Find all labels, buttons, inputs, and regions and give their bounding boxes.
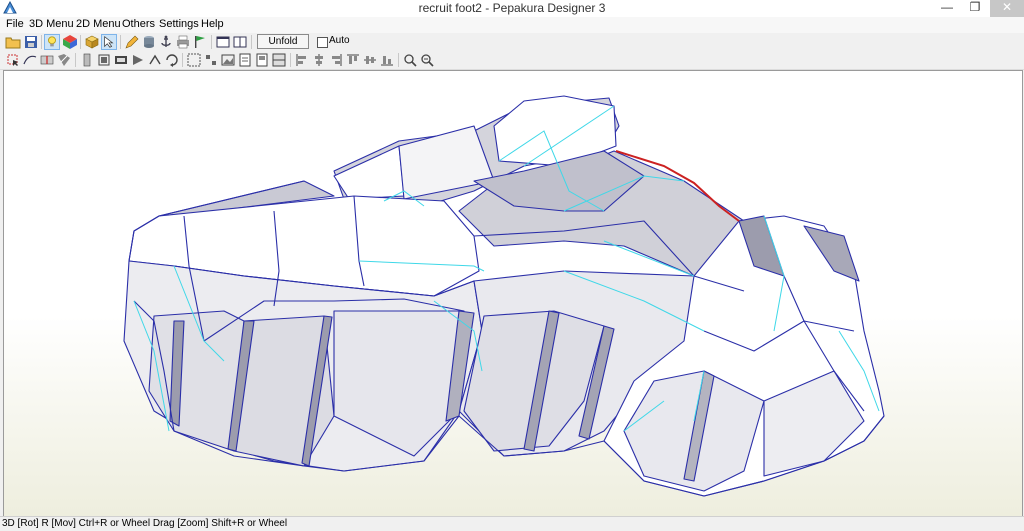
window-split-icon[interactable] <box>232 34 248 50</box>
status-bar: 3D [Rot] R [Mov] Ctrl+R or Wheel Drag [Z… <box>0 516 1024 531</box>
menu-bar: File 3D Menu 2D Menu Others Settings Hel… <box>0 17 1024 33</box>
menu-2d[interactable]: 2D Menu <box>76 18 121 30</box>
menu-others[interactable]: Others <box>122 18 155 30</box>
auto-checkbox-box[interactable] <box>317 37 328 48</box>
flap-icon[interactable] <box>79 52 95 68</box>
menu-help[interactable]: Help <box>201 18 224 30</box>
status-text: 3D [Rot] R [Mov] Ctrl+R or Wheel Drag [Z… <box>2 518 288 529</box>
zoom-out-icon[interactable] <box>419 52 435 68</box>
undo-select-icon[interactable] <box>5 52 21 68</box>
zoom-in-icon[interactable] <box>402 52 418 68</box>
main-toolbar: Unfold Auto <box>0 33 1024 52</box>
edit-toolbar <box>0 51 1024 70</box>
cylinder-icon[interactable] <box>141 34 157 50</box>
foot-model[interactable] <box>4 71 1022 516</box>
menu-3d[interactable]: 3D Menu <box>29 18 74 30</box>
page-icon[interactable] <box>237 52 253 68</box>
split-icon[interactable] <box>96 52 112 68</box>
menu-file[interactable]: File <box>6 18 24 30</box>
mesh-face <box>148 310 245 452</box>
select-arrow-icon[interactable] <box>101 34 117 50</box>
title-bar: recruit foot2 - Pepakura Designer 3 — ❐ … <box>0 0 1024 18</box>
rotate-icon[interactable] <box>113 52 129 68</box>
save-icon[interactable] <box>23 34 39 50</box>
restore-button[interactable]: ❐ <box>962 0 988 17</box>
align-center-icon[interactable] <box>311 52 327 68</box>
flag-icon[interactable] <box>192 34 208 50</box>
3d-viewport[interactable] <box>3 70 1023 517</box>
align-right-icon[interactable] <box>328 52 344 68</box>
window-icon[interactable] <box>215 34 231 50</box>
texture-cube-icon[interactable] <box>62 34 78 50</box>
pencil-icon[interactable] <box>124 34 140 50</box>
print-icon[interactable] <box>175 34 191 50</box>
align-middle-icon[interactable] <box>362 52 378 68</box>
align-left-icon[interactable] <box>294 52 310 68</box>
minimize-button[interactable]: — <box>934 0 960 17</box>
text-icon[interactable] <box>203 52 219 68</box>
auto-checkbox-label: Auto <box>329 35 350 46</box>
image-icon[interactable] <box>220 52 236 68</box>
unfold-button[interactable]: Unfold <box>257 34 309 49</box>
lightbulb-icon[interactable] <box>44 34 60 50</box>
move-icon[interactable] <box>130 52 146 68</box>
align-top-icon[interactable] <box>345 52 361 68</box>
unfold-part-icon[interactable] <box>164 52 180 68</box>
fold-icon[interactable] <box>147 52 163 68</box>
layout-icon[interactable] <box>271 52 287 68</box>
cut-icon[interactable] <box>39 52 55 68</box>
window-title: recruit foot2 - Pepakura Designer 3 <box>418 1 606 15</box>
box-icon[interactable] <box>84 34 100 50</box>
join-icon[interactable] <box>56 52 72 68</box>
grid-icon[interactable] <box>186 52 202 68</box>
edit-curve-icon[interactable] <box>22 52 38 68</box>
mesh-face <box>333 145 405 200</box>
close-button[interactable]: ✕ <box>990 0 1024 17</box>
open-folder-icon[interactable] <box>5 34 21 50</box>
anchor-icon[interactable] <box>158 34 174 50</box>
align-bottom-icon[interactable] <box>379 52 395 68</box>
print-preview-icon[interactable] <box>254 52 270 68</box>
menu-settings[interactable]: Settings <box>159 18 199 30</box>
